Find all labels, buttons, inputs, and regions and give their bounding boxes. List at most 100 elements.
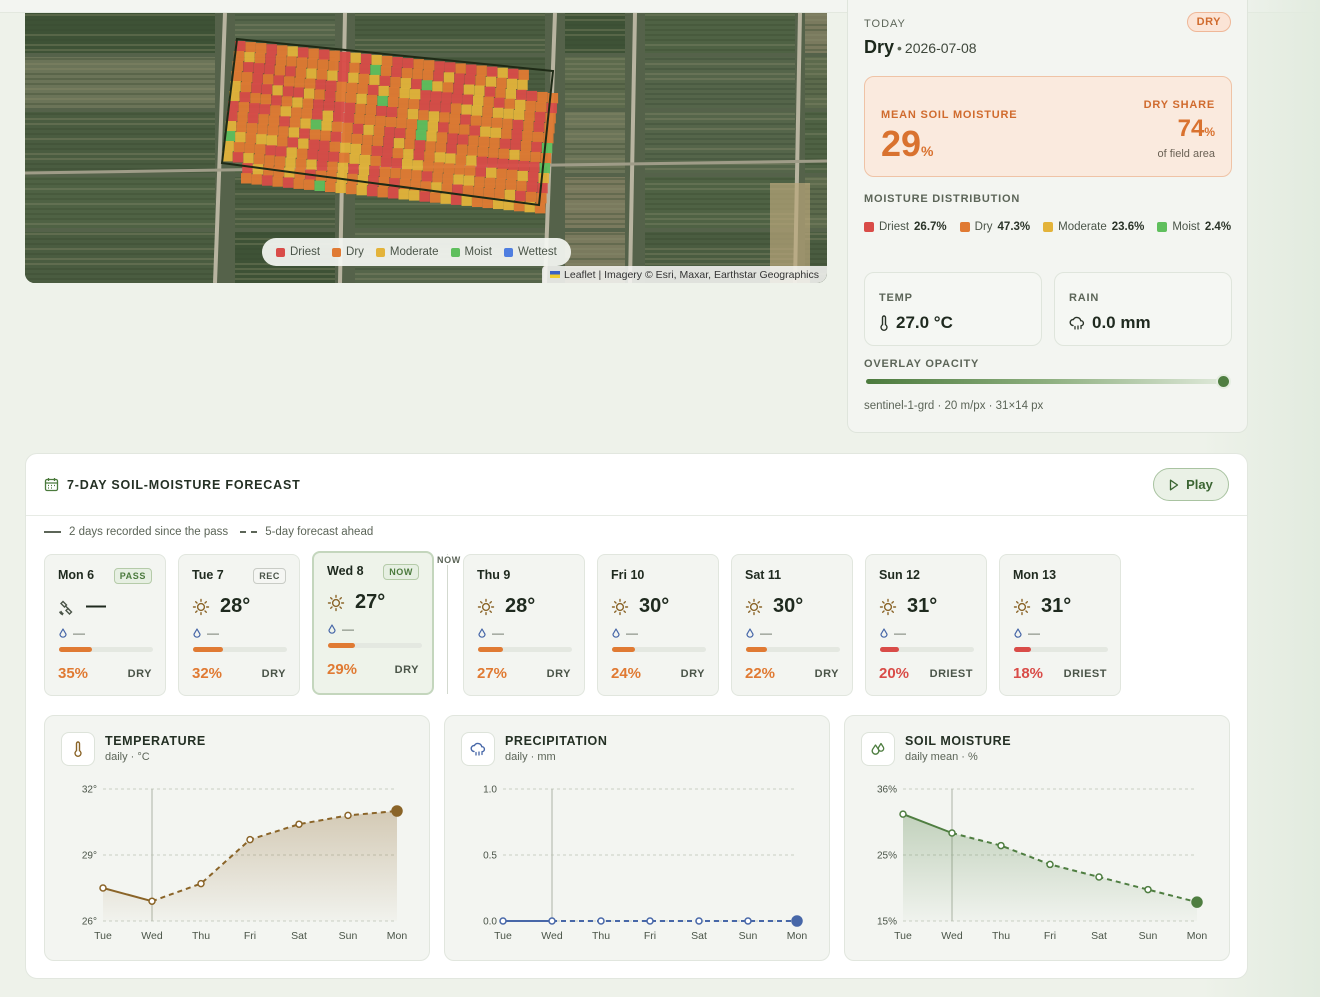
y-tick-label: 0.0	[483, 917, 497, 928]
day-tag: REC	[253, 568, 286, 584]
data-point[interactable]	[344, 811, 352, 820]
data-point[interactable]	[246, 835, 254, 844]
legend-item-driest: Driest	[276, 246, 320, 258]
data-point[interactable]	[695, 917, 703, 925]
x-tick-label: Mon	[387, 930, 408, 942]
day-class: DRIEST	[929, 668, 973, 680]
cloud-rain-icon	[1069, 316, 1085, 330]
data-point[interactable]	[148, 897, 156, 905]
distribution-swatch	[959, 222, 970, 232]
data-point[interactable]	[791, 915, 803, 927]
day-weather: —	[58, 595, 106, 618]
legend-item-moderate: Moderate	[375, 246, 439, 258]
soil-moisture-chart-card: SOIL MOISTURE daily mean · % 15% 25% 36% Tu…	[844, 715, 1230, 961]
moisture-bar-fill	[612, 647, 635, 652]
day-card[interactable]: Thu 9 28° — 27% DRY	[463, 554, 585, 696]
data-point[interactable]	[744, 917, 752, 925]
data-point[interactable]	[1046, 860, 1054, 869]
day-moisture: 20%	[879, 665, 910, 682]
day-card[interactable]: Sat 11 30° — 22% DRY	[731, 554, 853, 696]
data-point[interactable]	[391, 805, 403, 817]
day-temp: 31°	[907, 595, 938, 617]
day-temp: 31°	[1041, 595, 1072, 617]
data-point[interactable]	[646, 917, 654, 925]
data-point[interactable]	[499, 917, 507, 925]
moisture-bar-fill	[746, 647, 767, 652]
day-rain: —	[612, 626, 638, 640]
status-badge: DRY	[1186, 12, 1231, 32]
x-tick-label: Mon	[1187, 930, 1208, 942]
forecast-header: 7-DAY SOIL-MOISTURE FORECAST Play	[26, 454, 1247, 516]
day-rain: —	[478, 626, 504, 640]
day-rain-value: —	[342, 622, 354, 636]
opacity-slider-thumb[interactable]	[1216, 374, 1231, 389]
legend-item-wettest: Wettest	[504, 246, 557, 258]
ukraine-flag-icon	[550, 271, 561, 278]
day-weather: 30°	[745, 595, 803, 618]
precipitation-chart-card: PRECIPITATION daily · mm 0.0 0.5 1.0 Tue Wed…	[444, 715, 830, 961]
droplet-icon	[746, 627, 754, 639]
droplet-icon	[328, 623, 336, 635]
field-map[interactable]: Driest Dry Moderate Moist Wettest Leaflet | …	[25, 13, 827, 283]
temperature-plot: 26° 29° 32° Tue Wed Thu Fri Sat Sun Mon	[82, 785, 408, 943]
day-moisture: 24%	[611, 665, 642, 682]
data-point[interactable]	[1191, 896, 1203, 908]
now-divider	[447, 554, 448, 694]
moisture-bar	[1014, 647, 1108, 652]
data-point[interactable]	[597, 917, 605, 925]
data-point[interactable]	[295, 820, 303, 828]
play-button[interactable]: Play	[1153, 468, 1229, 501]
sun-icon	[745, 598, 763, 616]
data-point[interactable]	[548, 917, 556, 925]
data-point[interactable]	[99, 884, 107, 892]
play-label: Play	[1186, 477, 1213, 492]
data-point[interactable]	[1095, 873, 1103, 881]
forecast-section: 7-DAY SOIL-MOISTURE FORECAST Play 2 days…	[25, 453, 1248, 979]
x-tick-label: Fri	[244, 930, 256, 942]
thermometer-icon	[880, 315, 888, 331]
distribution-label: Moderate	[1058, 221, 1107, 233]
day-tag: NOW	[383, 564, 419, 580]
solid-line-swatch	[44, 531, 61, 533]
day-card[interactable]: Mon 6 PASS — — 35% DRY	[44, 554, 166, 696]
data-point[interactable]	[1144, 885, 1152, 894]
forecast-legend: 2 days recorded since the pass 5-day for…	[44, 526, 373, 538]
today-panel: TODAY DRY Dry • 2026-07-08 MEAN SOIL MOIST…	[847, 0, 1248, 433]
day-card[interactable]: Sun 12 31° — 20% DRIEST	[865, 554, 987, 696]
droplet-icon	[59, 627, 67, 639]
day-name: Mon 13	[1013, 568, 1057, 582]
y-tick-label: 32°	[82, 785, 97, 796]
day-card[interactable]: Fri 10 30° — 24% DRY	[597, 554, 719, 696]
moisture-bar-fill	[328, 643, 356, 648]
distribution-swatch	[864, 222, 874, 232]
attribution-text[interactable]: Leaflet | Imagery © Esri, Maxar, Earthst…	[564, 269, 819, 281]
day-moisture: 27%	[477, 665, 508, 682]
mean-moisture-unit: %	[921, 143, 934, 159]
dry-share-unit: %	[1204, 125, 1215, 139]
legend-item-dry: Dry	[332, 246, 364, 258]
data-point[interactable]	[997, 841, 1005, 850]
day-name: Mon 6	[58, 568, 95, 582]
now-label: NOW	[436, 555, 462, 565]
rain-label: RAIN	[1069, 292, 1100, 304]
day-card[interactable]: Tue 7 REC 28° — 32% DRY	[178, 554, 300, 696]
map-legend: Driest Dry Moderate Moist Wettest	[262, 238, 571, 266]
day-card[interactable]: Mon 13 31° — 18% DRIEST	[999, 554, 1121, 696]
moisture-bar-fill	[59, 647, 92, 652]
distribution-item-moist: Moist 2.4%	[1157, 221, 1231, 233]
distribution-pct: 26.7%	[914, 221, 947, 233]
moisture-bar-fill	[1014, 647, 1031, 652]
opacity-slider-track[interactable]	[866, 379, 1224, 384]
day-card[interactable]: Wed 8 NOW 27° — 29% DRY	[312, 551, 434, 695]
day-rain-value: —	[492, 626, 504, 640]
data-point[interactable]	[948, 829, 956, 837]
legend-label: Driest	[290, 246, 321, 258]
data-point[interactable]	[899, 810, 907, 818]
day-weather: 27°	[327, 591, 385, 614]
x-tick-label: Sat	[691, 930, 707, 942]
dashed-line-swatch	[240, 531, 258, 533]
day-temp: 27°	[355, 591, 386, 613]
moisture-bar-fill	[880, 647, 899, 652]
droplet-icon	[880, 627, 888, 639]
data-point[interactable]	[197, 879, 205, 888]
